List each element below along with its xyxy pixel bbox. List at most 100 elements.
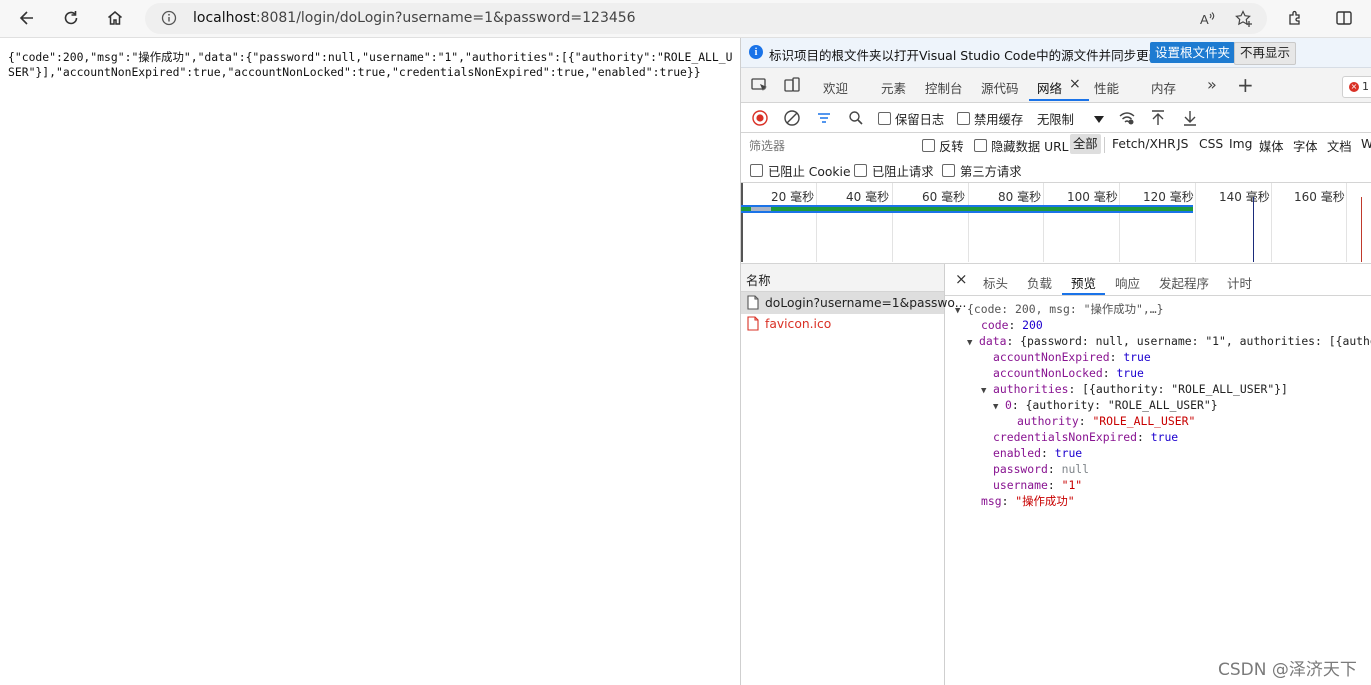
type-filter-img[interactable]: Img	[1229, 137, 1252, 151]
network-overview-timeline[interactable]: 20 毫秒 40 毫秒 60 毫秒 80 毫秒 100 毫秒 120 毫秒 14…	[741, 183, 1371, 264]
type-filter-fetch-xhr[interactable]: Fetch/XHR	[1112, 137, 1176, 151]
tree-summary: [{authority: "ROLE_ALL_USER"}]	[1082, 382, 1288, 396]
timeline-grid-line	[1043, 183, 1044, 262]
throttle-select[interactable]: 无限制	[1037, 110, 1074, 128]
refresh-icon[interactable]	[57, 4, 85, 32]
type-filter-doc[interactable]: 文档	[1327, 137, 1352, 155]
back-icon[interactable]	[13, 4, 41, 32]
blocked-cookies-checkbox[interactable]	[750, 164, 763, 177]
invert-checkbox[interactable]	[922, 139, 935, 152]
more-tabs-icon[interactable]: »	[1207, 75, 1217, 94]
inspect-element-icon[interactable]	[751, 77, 769, 96]
tree-value: true	[1116, 366, 1144, 380]
expand-triangle-icon[interactable]: ▼	[955, 303, 967, 319]
timeline-tick-label: 40 毫秒	[846, 190, 890, 204]
split-screen-icon[interactable]	[1330, 4, 1358, 32]
disable-cache-checkbox[interactable]	[957, 112, 970, 125]
tree-value: true	[1150, 430, 1179, 444]
timeline-tick-label: 20 毫秒	[771, 190, 815, 204]
tree-node[interactable]: msg: "操作成功"	[981, 493, 1075, 509]
type-filter-all[interactable]: 全部	[1070, 134, 1101, 154]
hide-data-urls-checkbox[interactable]	[974, 139, 987, 152]
timeline-grid-line	[816, 183, 817, 262]
tree-key: enabled	[993, 446, 1042, 460]
tree-node[interactable]: code: 200	[981, 317, 1043, 333]
request-bar-green	[741, 207, 1193, 211]
import-har-icon[interactable]	[1150, 109, 1166, 130]
details-tab-payload[interactable]: 负载	[1027, 273, 1052, 292]
export-har-icon[interactable]	[1182, 109, 1198, 130]
request-list-header: 名称	[741, 264, 944, 292]
tree-value: "1"	[1061, 478, 1083, 492]
devtools-tabs: 欢迎 元素 控制台 源代码 网络 × 性能 内存 » + × 1	[741, 68, 1371, 103]
tree-node[interactable]: authority: "ROLE_ALL_USER"	[1017, 413, 1195, 429]
type-filter-css[interactable]: CSS	[1199, 137, 1223, 151]
infobar-message: 标识项目的根文件夹以打开Visual Studio Code中的源文件并同步更改…	[769, 48, 1174, 63]
address-bar[interactable]: localhost:8081/login/doLogin?username=1&…	[145, 3, 1267, 34]
request-row-selected[interactable]: doLogin?username=1&passwo...	[741, 292, 966, 314]
timeline-grid-line	[968, 183, 969, 262]
network-toolbar: 保留日志 禁用缓存 无限制	[741, 103, 1371, 133]
details-tabs: × 标头 负载 预览 响应 发起程序 计时	[945, 264, 1371, 296]
address-path: :8081/login/doLogin?username=1&password=…	[255, 10, 636, 26]
tab-performance[interactable]: 性能	[1094, 78, 1119, 97]
type-filter-media[interactable]: 媒体	[1259, 137, 1284, 155]
tree-node[interactable]: username: "1"	[993, 477, 1082, 493]
tab-elements[interactable]: 元素	[881, 78, 906, 97]
details-tab-response[interactable]: 响应	[1115, 273, 1140, 292]
request-bar-wait	[751, 207, 771, 211]
expand-triangle-icon[interactable]: ▼	[981, 383, 993, 399]
chevron-down-icon[interactable]	[1094, 113, 1104, 127]
favorite-icon[interactable]	[1234, 9, 1254, 29]
timeline-tick-label: 120 毫秒	[1143, 190, 1194, 204]
tree-node[interactable]: enabled: true	[993, 445, 1082, 461]
set-root-folder-button[interactable]: 设置根文件夹	[1150, 42, 1236, 63]
close-tab-icon[interactable]: ×	[1069, 76, 1081, 92]
timeline-grid-line	[1271, 183, 1272, 262]
tree-node[interactable]: credentialsNonExpired: true	[993, 429, 1178, 445]
third-party-checkbox[interactable]	[942, 164, 955, 177]
home-icon[interactable]	[101, 4, 129, 32]
network-conditions-icon[interactable]	[1118, 110, 1136, 129]
preserve-log-checkbox[interactable]	[878, 112, 891, 125]
name-column-header[interactable]: 名称	[746, 271, 771, 289]
site-info-icon[interactable]	[161, 10, 177, 26]
filter-input[interactable]	[747, 136, 911, 156]
document-error-icon	[747, 316, 759, 334]
clear-icon[interactable]	[783, 109, 801, 130]
dont-show-again-button[interactable]: 不再显示	[1234, 42, 1297, 65]
filter-icon[interactable]	[815, 109, 833, 130]
type-filter-js[interactable]: JS	[1177, 137, 1188, 151]
tab-network[interactable]: 网络	[1037, 78, 1062, 97]
tree-key: credentialsNonExpired	[993, 430, 1138, 444]
expand-triangle-icon[interactable]: ▼	[993, 399, 1005, 415]
request-row[interactable]: favicon.ico	[741, 314, 944, 334]
tree-node[interactable]: accountNonLocked: true	[993, 365, 1144, 381]
record-icon[interactable]	[751, 109, 769, 130]
tree-value: null	[1061, 462, 1090, 476]
error-count-badge[interactable]: × 1	[1342, 76, 1371, 98]
details-tab-initiator[interactable]: 发起程序	[1159, 273, 1209, 292]
read-aloud-icon[interactable]: A	[1198, 9, 1218, 29]
details-tab-headers[interactable]: 标头	[983, 273, 1008, 292]
details-tab-timing[interactable]: 计时	[1227, 273, 1252, 292]
device-emulation-icon[interactable]	[783, 77, 801, 96]
add-tool-icon[interactable]: +	[1237, 73, 1254, 97]
extensions-icon[interactable]	[1281, 4, 1309, 32]
blocked-requests-checkbox[interactable]	[854, 164, 867, 177]
search-icon[interactable]	[847, 109, 865, 130]
tab-sources[interactable]: 源代码	[981, 78, 1019, 97]
tab-memory[interactable]: 内存	[1151, 78, 1176, 97]
tree-key: username	[993, 478, 1048, 492]
devtools-infobar: i 标识项目的根文件夹以打开Visual Studio Code中的源文件并同步…	[741, 38, 1371, 68]
tree-node[interactable]: password: null	[993, 461, 1089, 477]
type-filter-font[interactable]: 字体	[1293, 137, 1318, 155]
close-details-icon[interactable]: ×	[955, 270, 968, 288]
details-tab-preview[interactable]: 预览	[1071, 273, 1096, 292]
tree-node[interactable]: accountNonExpired: true	[993, 349, 1151, 365]
address-url[interactable]: localhost:8081/login/doLogin?username=1&…	[193, 10, 636, 26]
tab-console[interactable]: 控制台	[925, 78, 963, 97]
type-filter-ws[interactable]: W	[1361, 137, 1371, 151]
tab-welcome[interactable]: 欢迎	[823, 78, 848, 97]
expand-triangle-icon[interactable]: ▼	[967, 335, 979, 351]
